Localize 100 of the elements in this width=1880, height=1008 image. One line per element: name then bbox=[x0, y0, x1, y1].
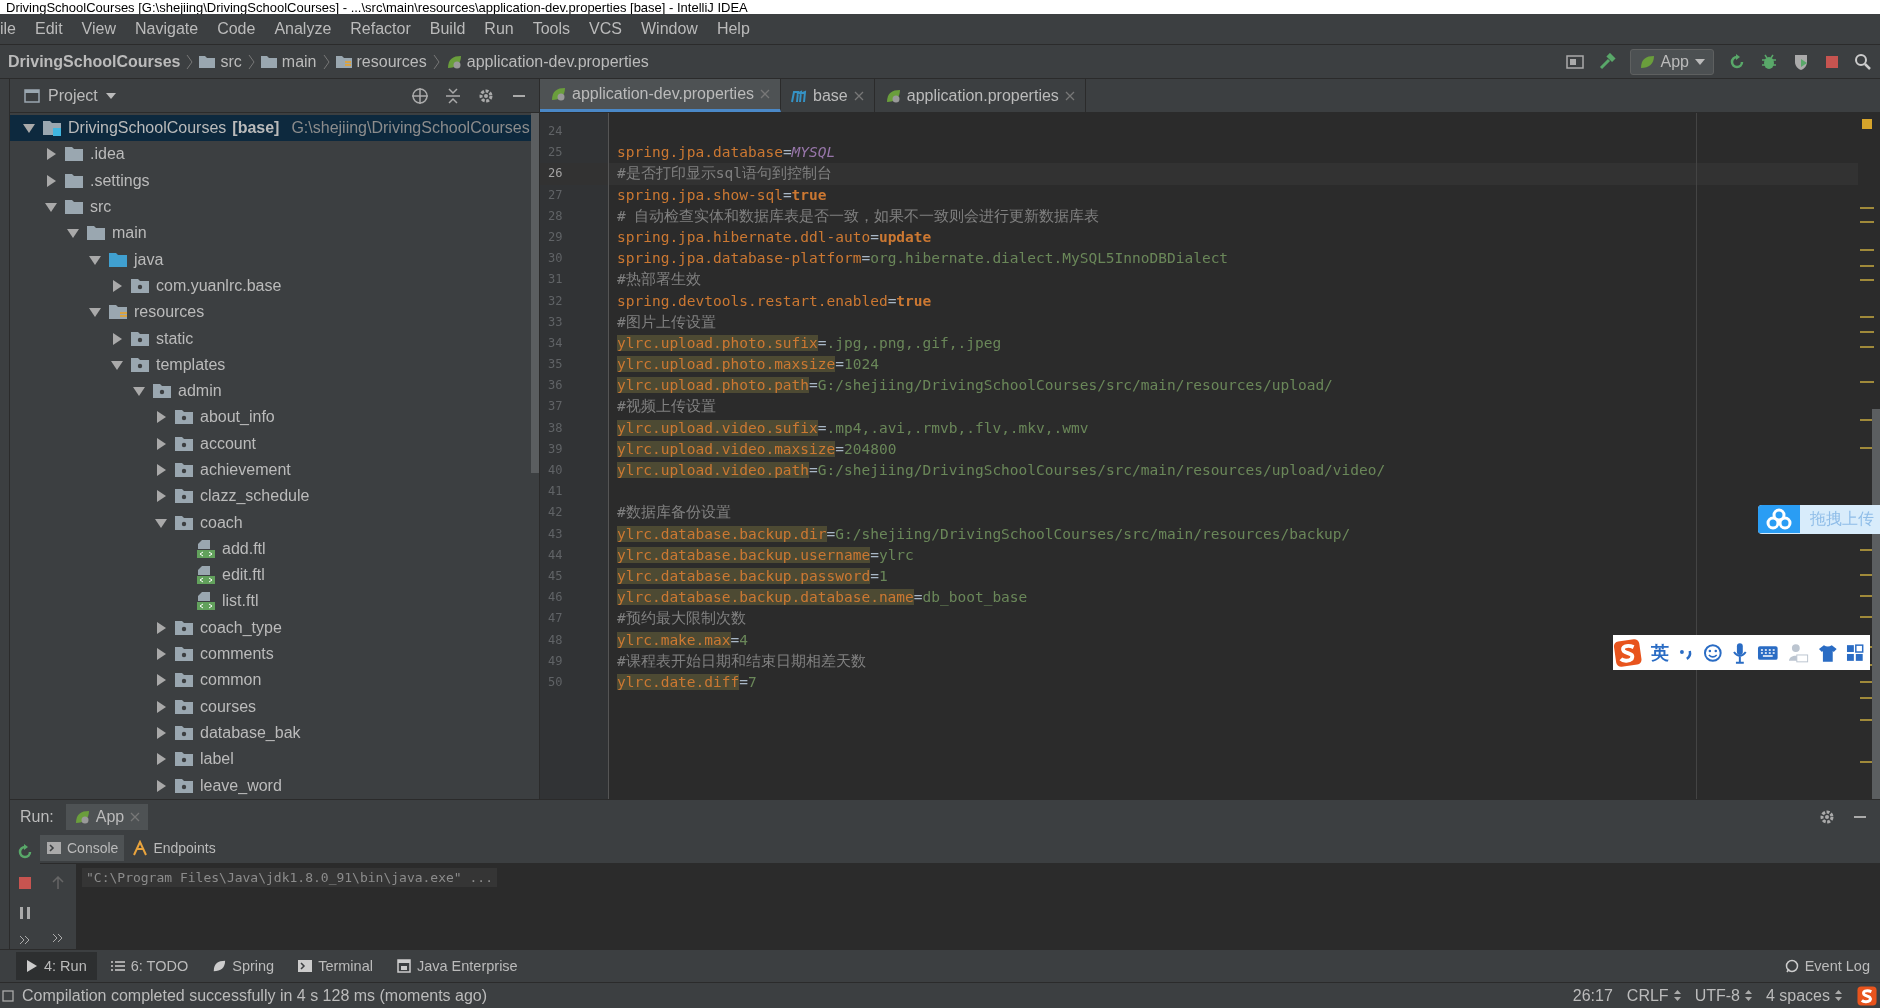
tree-item[interactable]: coach bbox=[10, 509, 531, 536]
tool-window-button[interactable]: 6: TODO bbox=[100, 952, 199, 980]
rerun-icon[interactable] bbox=[16, 843, 34, 861]
more-icon[interactable] bbox=[19, 935, 31, 945]
tree-item[interactable]: com.yuanlrc.base bbox=[10, 272, 531, 300]
stop-icon[interactable] bbox=[1824, 53, 1840, 70]
ime-logo-icon[interactable] bbox=[1856, 984, 1878, 1007]
tree-toggle-icon[interactable] bbox=[110, 278, 124, 293]
panel-toggle-icon[interactable] bbox=[2, 989, 14, 1002]
close-icon[interactable] bbox=[853, 90, 864, 101]
stop-icon[interactable] bbox=[17, 875, 33, 891]
menu-item[interactable]: Code bbox=[217, 20, 256, 38]
tree-item[interactable]: about_info bbox=[10, 404, 531, 431]
tree-item[interactable]: admin bbox=[10, 377, 531, 405]
tree-toggle-icon[interactable] bbox=[154, 436, 168, 451]
tree-toggle-icon[interactable] bbox=[110, 331, 124, 346]
tree-item[interactable]: label bbox=[10, 746, 531, 773]
menu-item[interactable]: Refactor bbox=[350, 20, 411, 38]
layout-icon[interactable] bbox=[1565, 53, 1584, 70]
keyboard-icon[interactable] bbox=[1756, 644, 1779, 661]
menu-item[interactable]: Tools bbox=[532, 20, 571, 38]
tree-toggle-icon[interactable] bbox=[154, 410, 168, 425]
input-mode-toggle[interactable]: 英 bbox=[1651, 640, 1670, 665]
tool-window-button[interactable]: 4: Run bbox=[16, 952, 97, 980]
tree-toggle-icon[interactable] bbox=[154, 752, 168, 767]
editor-tab[interactable]: application.properties bbox=[874, 79, 1086, 112]
breadcrumb[interactable]: application-dev.properties bbox=[445, 52, 649, 71]
shield-icon[interactable] bbox=[1792, 52, 1810, 71]
tree-item[interactable]: static bbox=[10, 325, 531, 352]
tree-item[interactable]: .settings bbox=[10, 167, 531, 194]
menu-item[interactable]: Window bbox=[641, 20, 698, 38]
editor-tab[interactable]: base bbox=[781, 79, 875, 112]
tree-item[interactable]: database_bak bbox=[10, 719, 531, 747]
bug-icon[interactable] bbox=[1760, 52, 1778, 71]
menu-item[interactable]: Navigate bbox=[135, 20, 199, 38]
tree-item[interactable]: DrivingSchoolCourses [base] G:\shejiing\DrivingSchoolCourses bbox=[10, 115, 531, 142]
status-item[interactable]: 26:17 bbox=[1572, 986, 1613, 1005]
collapse-icon[interactable] bbox=[445, 86, 461, 105]
tree-item[interactable]: .idea bbox=[10, 141, 531, 168]
tree-item[interactable]: add.ftl bbox=[10, 535, 531, 563]
menu-item[interactable]: Run bbox=[484, 20, 514, 38]
tree-item[interactable]: templates bbox=[10, 351, 531, 378]
menu-item[interactable]: Edit bbox=[35, 20, 63, 38]
editor-tab[interactable]: application-dev.properties bbox=[540, 79, 782, 112]
status-item[interactable]: CRLF bbox=[1626, 986, 1681, 1005]
tree-item[interactable]: coach_type bbox=[10, 614, 531, 641]
status-item[interactable]: 4 spaces bbox=[1765, 986, 1842, 1005]
tree-item[interactable]: main bbox=[10, 220, 531, 247]
grid-icon[interactable] bbox=[1846, 643, 1864, 662]
breadcrumb[interactable]: resources bbox=[335, 52, 427, 71]
tree-toggle-icon[interactable] bbox=[154, 647, 168, 662]
console-tab[interactable]: Endpoints bbox=[126, 835, 222, 861]
search-icon[interactable] bbox=[1854, 52, 1872, 71]
event-log-button[interactable]: Event Log bbox=[1774, 952, 1880, 980]
breadcrumb[interactable]: src bbox=[199, 52, 242, 71]
tree-item[interactable]: edit.ftl bbox=[10, 562, 531, 589]
target-icon[interactable] bbox=[411, 86, 429, 105]
shirt-icon[interactable] bbox=[1817, 642, 1838, 663]
console-tab[interactable]: Console bbox=[40, 835, 125, 861]
tree-item[interactable]: src bbox=[10, 193, 531, 221]
tree-item[interactable]: leave_word bbox=[10, 772, 531, 799]
tree-item[interactable]: list.ftl bbox=[10, 588, 531, 615]
rerun-icon[interactable] bbox=[1728, 52, 1746, 71]
tree-item[interactable]: resources bbox=[10, 299, 531, 326]
tree-toggle-icon[interactable] bbox=[154, 489, 168, 504]
close-icon[interactable] bbox=[1064, 90, 1075, 101]
tree-item[interactable]: account bbox=[10, 430, 531, 457]
tree-item[interactable]: clazz_schedule bbox=[10, 483, 531, 510]
tree-item[interactable]: courses bbox=[10, 693, 531, 720]
tree-toggle-icon[interactable] bbox=[154, 620, 168, 635]
status-item[interactable]: UTF-8 bbox=[1694, 986, 1752, 1005]
more-icon[interactable] bbox=[52, 933, 64, 943]
tree-toggle-icon[interactable] bbox=[154, 778, 168, 793]
tree-toggle-icon[interactable] bbox=[44, 147, 58, 162]
microphone-icon[interactable] bbox=[1731, 641, 1748, 664]
tree-item[interactable]: achievement bbox=[10, 456, 531, 484]
tree-item[interactable]: comments bbox=[10, 640, 531, 668]
menu-item[interactable]: ile bbox=[0, 20, 16, 38]
menu-item[interactable]: Analyze bbox=[274, 20, 332, 38]
run-config-dropdown[interactable]: App bbox=[1629, 48, 1714, 75]
pause-icon[interactable] bbox=[17, 905, 33, 921]
tool-window-button[interactable]: Terminal bbox=[288, 952, 383, 980]
menu-item[interactable]: Build bbox=[429, 20, 466, 38]
tree-toggle-icon[interactable] bbox=[154, 463, 168, 477]
tree-toggle-icon[interactable] bbox=[154, 673, 168, 688]
tool-window-button[interactable]: Spring bbox=[202, 952, 285, 980]
tree-item[interactable]: java bbox=[10, 246, 531, 273]
smiley-icon[interactable] bbox=[1703, 642, 1723, 663]
tree-toggle-icon[interactable] bbox=[154, 699, 168, 714]
menu-item[interactable]: View bbox=[81, 20, 116, 38]
tree-toggle-icon[interactable] bbox=[154, 725, 168, 740]
caret-icon[interactable] bbox=[105, 92, 116, 99]
tree-toggle-icon[interactable] bbox=[44, 173, 58, 188]
project-view-dropdown[interactable]: Project bbox=[48, 86, 98, 105]
warning-marker[interactable] bbox=[1862, 119, 1872, 129]
scrollbar[interactable] bbox=[1872, 409, 1880, 799]
hammer-icon[interactable] bbox=[1597, 52, 1616, 71]
breadcrumb[interactable]: main bbox=[260, 52, 317, 71]
menu-item[interactable]: Help bbox=[716, 20, 750, 38]
run-tab[interactable]: App bbox=[65, 803, 149, 830]
